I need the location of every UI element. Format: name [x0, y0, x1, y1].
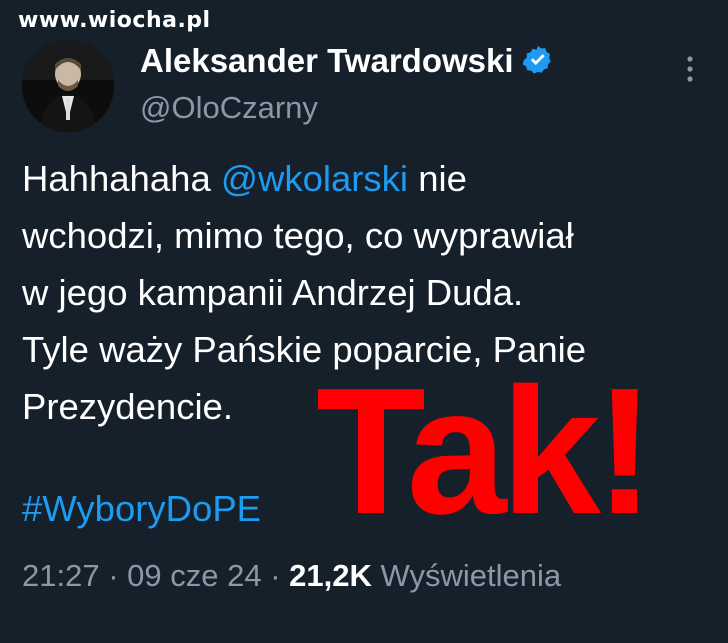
mention-link[interactable]: @wkolarski — [221, 158, 408, 199]
hashtag-link[interactable]: #WyboryDoPE — [22, 488, 261, 530]
avatar[interactable] — [22, 40, 114, 132]
overlay-caption: Tak! — [316, 351, 655, 552]
more-options-icon[interactable] — [682, 54, 698, 84]
tweet-date[interactable]: 09 cze 24 — [127, 558, 261, 593]
views-count: 21,2K — [289, 558, 372, 593]
author-name-row[interactable]: Aleksander Twardowski — [140, 42, 554, 80]
tweet-text-start: Hahhahaha — [22, 158, 221, 199]
watermark: www.wiocha.pl — [18, 8, 211, 33]
tweet-meta: 21:27 · 09 cze 24 · 21,2K Wyświetlenia — [22, 558, 561, 594]
verified-badge-icon — [522, 46, 551, 74]
author-handle[interactable]: @OloCzarny — [140, 90, 318, 126]
views-label: Wyświetlenia — [371, 558, 562, 593]
avatar-photo — [22, 40, 114, 132]
tweet-time[interactable]: 21:27 — [22, 558, 100, 593]
author-display-name[interactable]: Aleksander Twardowski — [140, 42, 514, 79]
meta-separator: · — [99, 558, 128, 593]
meta-separator: · — [261, 558, 290, 593]
